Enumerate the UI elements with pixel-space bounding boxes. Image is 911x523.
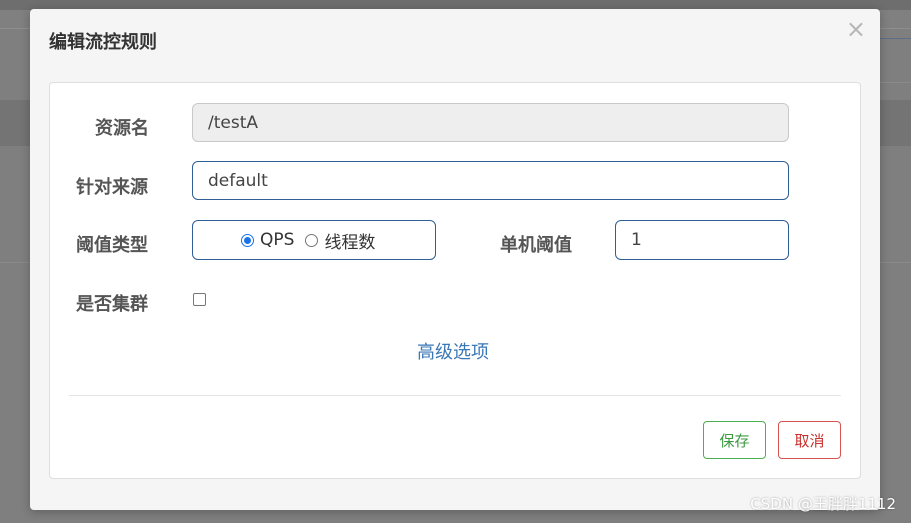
dialog-title: 编辑流控规则 bbox=[49, 32, 157, 53]
csdn-watermark: CSDN @王胖胖1112 bbox=[750, 495, 896, 513]
single-threshold-input[interactable]: 1 bbox=[615, 220, 789, 260]
cancel-button[interactable]: 取消 bbox=[778, 421, 841, 459]
footer-divider bbox=[69, 395, 841, 396]
threshold-type-qps-radio[interactable] bbox=[241, 233, 254, 247]
single-threshold-label: 单机阈值 bbox=[500, 235, 572, 256]
single-threshold-value: 1 bbox=[631, 230, 642, 250]
edit-flow-rule-dialog: 编辑流控规则 × 资源名 /testA 针对来源 default 阈值类型 QP… bbox=[30, 9, 880, 510]
threshold-type-threads-radio[interactable] bbox=[305, 233, 319, 247]
cluster-checkbox[interactable] bbox=[193, 293, 206, 306]
background-divider bbox=[880, 38, 911, 39]
threshold-type-label: 阈值类型 bbox=[76, 235, 148, 256]
cluster-label: 是否集群 bbox=[76, 294, 148, 315]
threshold-type-radio-group: QPS 线程数 bbox=[192, 220, 436, 260]
background-divider bbox=[880, 82, 911, 83]
form-panel: 资源名 /testA 针对来源 default 阈值类型 QPS 线程数 单机阈… bbox=[49, 82, 861, 479]
close-icon[interactable]: × bbox=[846, 15, 866, 43]
origin-input[interactable]: default bbox=[192, 161, 789, 200]
resource-name-value: /testA bbox=[208, 112, 259, 133]
threshold-type-qps-label[interactable]: QPS bbox=[260, 230, 294, 250]
save-button[interactable]: 保存 bbox=[703, 421, 766, 459]
origin-value: default bbox=[208, 170, 268, 191]
origin-label: 针对来源 bbox=[76, 177, 148, 198]
threshold-type-threads-label[interactable]: 线程数 bbox=[324, 228, 375, 253]
resource-name-input: /testA bbox=[192, 103, 789, 142]
resource-name-label: 资源名 bbox=[95, 118, 149, 139]
advanced-options-link[interactable]: 高级选项 bbox=[417, 338, 489, 364]
